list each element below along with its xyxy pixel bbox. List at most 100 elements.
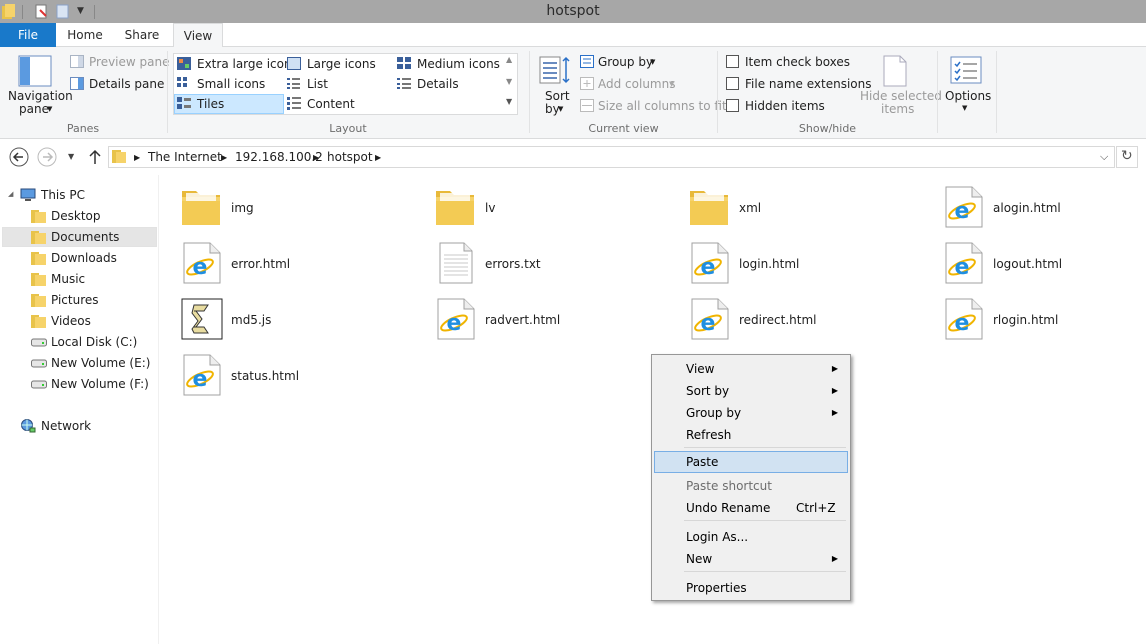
back-icon[interactable] <box>9 147 29 167</box>
dropdown-arrow-icon: ▼ <box>669 80 675 88</box>
options-button[interactable]: Options <box>945 89 991 103</box>
breadcrumb-separator-icon[interactable]: ▶ <box>375 153 381 162</box>
menu-item-sort-by[interactable]: Sort by ▶ <box>654 380 848 402</box>
nav-item-music[interactable]: Music <box>51 269 85 289</box>
file-name: errors.txt <box>485 257 541 271</box>
file-name: alogin.html <box>993 201 1061 215</box>
network-icon <box>20 419 36 433</box>
text-file-icon <box>434 241 478 285</box>
menu-item-group-by[interactable]: Group by ▶ <box>654 402 848 424</box>
options-icon <box>950 56 982 84</box>
file-name: rlogin.html <box>993 313 1059 327</box>
up-icon[interactable] <box>88 149 102 165</box>
nav-item-documents[interactable]: Documents <box>51 227 119 247</box>
forward-icon[interactable] <box>37 147 57 167</box>
layout-content[interactable]: Content <box>307 97 355 111</box>
menu-separator <box>684 571 846 572</box>
tab-file[interactable]: File <box>0 23 56 47</box>
sort-by-icon <box>539 56 570 84</box>
group-by-button[interactable]: Group by <box>598 55 653 69</box>
layout-details[interactable]: Details <box>417 77 459 91</box>
size-columns-icon <box>580 99 594 112</box>
menu-item-login-as[interactable]: Login As... <box>654 526 848 548</box>
internet-explorer-icon: e <box>180 241 224 285</box>
internet-explorer-icon: e <box>942 185 986 229</box>
preview-pane-button[interactable]: Preview pane <box>89 55 169 69</box>
nav-item-pictures[interactable]: Pictures <box>51 290 99 310</box>
menu-item-paste-shortcut[interactable]: Paste shortcut <box>654 475 848 497</box>
layout-extra-large-icons[interactable]: Extra large icons <box>197 57 298 71</box>
file-name: radvert.html <box>485 313 561 327</box>
script-file-icon <box>180 297 224 341</box>
menu-item-undo-rename[interactable]: Undo Rename Ctrl+Z <box>654 497 848 519</box>
hide-selected-items-button-line2[interactable]: items <box>881 102 914 116</box>
tab-view[interactable]: View <box>173 23 223 48</box>
breadcrumb-separator-icon[interactable]: ▶ <box>221 153 227 162</box>
small-icons-icon <box>177 77 187 87</box>
sort-by-button[interactable]: Sort <box>545 89 570 103</box>
recent-locations-icon[interactable]: ▼ <box>68 152 74 161</box>
size-all-columns-button[interactable]: Size all columns to fit <box>598 99 727 113</box>
svg-text:e: e <box>955 255 970 280</box>
breadcrumb-separator-icon[interactable]: ▶ <box>313 153 319 162</box>
svg-text:e: e <box>193 255 208 280</box>
layout-tiles[interactable]: Tiles <box>197 97 224 111</box>
nav-item-videos[interactable]: Videos <box>51 311 91 331</box>
nav-item-local-disk-c[interactable]: Local Disk (C:) <box>51 332 137 352</box>
file-name: md5.js <box>231 313 272 327</box>
hidden-items-checkbox[interactable] <box>726 99 739 112</box>
layout-medium-icons[interactable]: Medium icons <box>417 57 500 71</box>
expand-icon[interactable]: ◢ <box>8 190 13 198</box>
nav-item-this-pc[interactable]: This PC <box>41 185 85 205</box>
nav-item-downloads[interactable]: Downloads <box>51 248 117 268</box>
nav-item-network[interactable]: Network <box>41 416 91 436</box>
refresh-button[interactable]: ↻ <box>1116 146 1138 168</box>
preview-pane-icon <box>70 55 84 68</box>
address-dropdown-icon[interactable]: ⌵ <box>1100 150 1108 164</box>
layout-list[interactable]: List <box>307 77 328 91</box>
breadcrumb-separator-icon[interactable]: ▶ <box>134 153 140 162</box>
menu-item-properties[interactable]: Properties <box>654 577 848 599</box>
gallery-expand-icon[interactable]: ▼ <box>506 97 512 106</box>
navigation-pane-button-line2[interactable]: pane <box>19 102 49 116</box>
menu-item-label: Paste shortcut <box>686 479 772 493</box>
menu-item-view[interactable]: View ▶ <box>654 358 848 380</box>
nav-pane-divider <box>158 175 159 644</box>
tab-home[interactable]: Home <box>60 23 110 47</box>
svg-text:e: e <box>701 255 716 280</box>
submenu-arrow-icon: ▶ <box>831 408 838 417</box>
gallery-scroll-down-icon[interactable]: ▼ <box>506 77 512 86</box>
content-icon <box>287 97 301 110</box>
folder-icon <box>31 293 47 307</box>
file-name: img <box>231 201 254 215</box>
hide-selected-items-button[interactable]: Hide selected <box>860 89 942 103</box>
menu-item-new[interactable]: New ▶ <box>654 548 848 570</box>
internet-explorer-icon: e <box>434 297 478 341</box>
computer-icon <box>20 188 36 202</box>
gallery-scroll-up-icon[interactable]: ▲ <box>506 55 512 64</box>
dropdown-arrow-icon: ▼ <box>47 105 53 113</box>
item-check-boxes-checkbox[interactable] <box>726 55 739 68</box>
breadcrumb-ip[interactable]: 192.168.100.2 <box>235 150 323 164</box>
menu-item-paste[interactable]: Paste <box>654 451 848 473</box>
add-columns-button[interactable]: Add columns <box>598 77 675 91</box>
breadcrumb-the-internet[interactable]: The Internet <box>148 150 222 164</box>
details-pane-button[interactable]: Details pane <box>89 77 164 91</box>
file-name-extensions-checkbox[interactable] <box>726 77 739 90</box>
nav-item-desktop[interactable]: Desktop <box>51 206 101 226</box>
nav-item-new-volume-f[interactable]: New Volume (F:) <box>51 374 149 394</box>
navigation-pane-button[interactable]: Navigation <box>8 89 73 103</box>
nav-item-new-volume-e[interactable]: New Volume (E:) <box>51 353 150 373</box>
tab-share[interactable]: Share <box>116 23 168 47</box>
breadcrumb-hotspot[interactable]: hotspot <box>327 150 373 164</box>
extra-large-icons-icon <box>177 57 191 70</box>
folder-icon <box>434 185 478 229</box>
layout-large-icons[interactable]: Large icons <box>307 57 376 71</box>
file-name: error.html <box>231 257 291 271</box>
folder-icon <box>31 314 47 328</box>
svg-text:e: e <box>193 367 208 392</box>
menu-item-refresh[interactable]: Refresh <box>654 424 848 446</box>
menu-item-label: Undo Rename <box>686 501 771 515</box>
layout-small-icons[interactable]: Small icons <box>197 77 265 91</box>
list-icon <box>287 78 300 89</box>
